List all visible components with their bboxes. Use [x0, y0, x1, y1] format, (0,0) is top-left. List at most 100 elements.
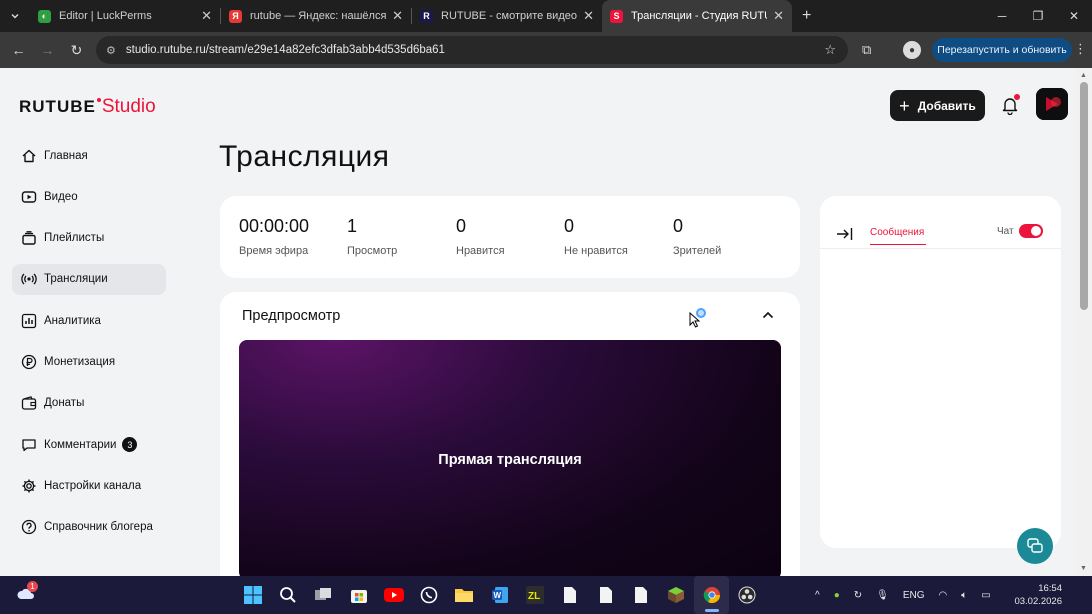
- restart-update-button[interactable]: Перезапустить и обновить: [932, 38, 1072, 62]
- video-preview-player[interactable]: Прямая трансляция: [239, 340, 781, 576]
- stat-label: Время эфира: [239, 245, 309, 257]
- sidebar-item-playlists[interactable]: Плейлисты: [12, 223, 166, 254]
- support-chat-button[interactable]: [1017, 528, 1053, 564]
- stat-label: Зрителей: [673, 245, 722, 257]
- sidebar-item-label: Монетизация: [44, 355, 116, 368]
- rutube-studio-logo[interactable]: RUTUBE Studio: [19, 96, 156, 118]
- wifi-icon[interactable]: ◠: [939, 590, 948, 601]
- language-indicator[interactable]: ENG: [903, 590, 925, 601]
- add-button[interactable]: + Добавить: [890, 90, 985, 121]
- start-icon[interactable]: [235, 576, 270, 614]
- page-scrollbar[interactable]: ▲ ▼: [1076, 68, 1092, 576]
- store-icon[interactable]: [341, 576, 376, 614]
- new-tab-icon[interactable]: +: [802, 7, 811, 25]
- back-icon[interactable]: ←: [4, 42, 33, 58]
- tab-search-icon[interactable]: [0, 0, 30, 32]
- profile-icon[interactable]: ●: [903, 41, 921, 59]
- close-tab-icon[interactable]: ✕: [392, 8, 403, 24]
- collapse-panel-icon[interactable]: [836, 226, 854, 247]
- browser-tab[interactable]: R RUTUBE - смотрите видео онлайн ✕: [412, 0, 602, 32]
- stat-likes: 0 Нравится: [456, 216, 505, 257]
- notifications-bell-icon[interactable]: [1001, 94, 1020, 120]
- active-tab-underline: [870, 244, 926, 245]
- scrollbar-thumb[interactable]: [1080, 82, 1088, 310]
- sidebar-item-video[interactable]: Видео: [12, 181, 166, 212]
- sidebar-nav: Главная Видео Плейлисты Трансляции Анали…: [12, 140, 166, 553]
- sidebar-item-blogger-guide[interactable]: Справочник блогера: [12, 512, 166, 543]
- chevron-up-icon[interactable]: [761, 308, 775, 327]
- stat-label: Просмотр: [347, 245, 398, 257]
- bookmark-star-icon[interactable]: ☆: [824, 42, 836, 58]
- wallet-icon: [20, 394, 38, 412]
- browser-tab[interactable]: ◐ Editor | LuckPerms ✕: [30, 0, 220, 32]
- scroll-up-icon[interactable]: ▲: [1080, 72, 1087, 79]
- sync-icon[interactable]: ↻: [854, 590, 862, 601]
- address-bar[interactable]: ⚙ studio.rutube.ru/stream/e29e14a82efc3d…: [96, 36, 848, 64]
- task-view-icon[interactable]: [306, 576, 341, 614]
- restore-icon[interactable]: ❐: [1020, 0, 1056, 32]
- notification-dot: [1014, 94, 1020, 100]
- close-tab-icon[interactable]: ✕: [773, 8, 784, 24]
- chrome-icon[interactable]: [693, 576, 730, 614]
- chat-toggle[interactable]: [1019, 224, 1043, 238]
- site-info-icon[interactable]: ⚙: [106, 44, 116, 57]
- sidebar-item-home[interactable]: Главная: [12, 140, 166, 171]
- tab-title: RUTUBE - смотрите видео онлайн: [441, 10, 577, 22]
- forward-icon[interactable]: →: [33, 42, 62, 58]
- browser-menu-icon[interactable]: ⋮: [1074, 41, 1087, 57]
- battery-icon[interactable]: ▭: [981, 590, 990, 601]
- clock-time: 16:54: [1038, 583, 1062, 594]
- minimize-icon[interactable]: ─: [984, 0, 1020, 32]
- zelio-app-icon[interactable]: ZL: [517, 576, 552, 614]
- minecraft-icon[interactable]: [659, 576, 694, 614]
- taskbar-apps: W ZL: [235, 576, 764, 614]
- weather-widget-icon[interactable]: 1: [16, 581, 38, 604]
- preview-card: Предпросмотр Прямая трансляция: [220, 292, 800, 576]
- search-icon[interactable]: [270, 576, 305, 614]
- url-text: studio.rutube.ru/stream/e29e14a82efc3dfa…: [125, 44, 445, 56]
- reload-icon[interactable]: ↻: [62, 42, 91, 59]
- volume-icon[interactable]: 🔈︎: [961, 590, 967, 601]
- tab-title: Трансляции - Студия RUTUBE: [631, 10, 767, 22]
- document-icon[interactable]: [588, 576, 623, 614]
- stat-value: 0: [673, 216, 684, 236]
- word-icon[interactable]: W: [482, 576, 517, 614]
- analytics-icon: [20, 312, 38, 330]
- sidebar-item-donations[interactable]: Донаты: [12, 388, 166, 419]
- file-explorer-icon[interactable]: [447, 576, 482, 614]
- clock-date: 03.02.2026: [1014, 596, 1062, 607]
- scroll-down-icon[interactable]: ▼: [1080, 565, 1087, 572]
- broadcast-icon: [20, 270, 38, 288]
- sidebar-item-label: Комментарии: [44, 438, 117, 451]
- logo-dot: [96, 98, 101, 102]
- sidebar-item-monetization[interactable]: Монетизация: [12, 346, 166, 377]
- tab-messages[interactable]: Сообщения: [870, 227, 924, 238]
- document-icon[interactable]: [623, 576, 658, 614]
- taskbar-clock[interactable]: 16:54 03.02.2026: [1012, 582, 1062, 608]
- stat-dislikes: 0 Не нравится: [564, 216, 628, 257]
- avatar[interactable]: [1036, 88, 1068, 120]
- stat-value: 0: [564, 216, 575, 236]
- close-tab-icon[interactable]: ✕: [201, 8, 212, 24]
- microphone-icon[interactable]: 🎙︎: [876, 590, 889, 601]
- browser-tab[interactable]: Я rutube — Яндекс: нашёлся 1 млн ✕: [221, 0, 411, 32]
- browser-tab-active[interactable]: S Трансляции - Студия RUTUBE ✕: [602, 0, 792, 32]
- sidebar-item-label: Донаты: [44, 397, 85, 410]
- sidebar-item-analytics[interactable]: Аналитика: [12, 305, 166, 336]
- whatsapp-icon[interactable]: [411, 576, 446, 614]
- weather-badge: 1: [27, 581, 38, 592]
- close-window-icon[interactable]: ✕: [1056, 0, 1092, 32]
- sidebar-item-label: Плейлисты: [44, 232, 105, 245]
- obs-icon[interactable]: [729, 576, 764, 614]
- tray-overflow-icon[interactable]: ^: [815, 590, 820, 601]
- document-icon[interactable]: [553, 576, 588, 614]
- sidebar-item-broadcasts[interactable]: Трансляции: [12, 263, 166, 295]
- youtube-icon[interactable]: [376, 576, 411, 614]
- stat-value: 00:00:00: [239, 216, 310, 236]
- tray-app-icon[interactable]: ●: [834, 590, 840, 601]
- sidebar-item-comments[interactable]: Комментарии 3: [12, 429, 166, 460]
- sidebar-item-channel-settings[interactable]: Настройки канала: [12, 470, 166, 501]
- extensions-icon[interactable]: ⧉: [862, 42, 871, 58]
- chat-header-divider: [820, 248, 1061, 249]
- close-tab-icon[interactable]: ✕: [583, 8, 594, 24]
